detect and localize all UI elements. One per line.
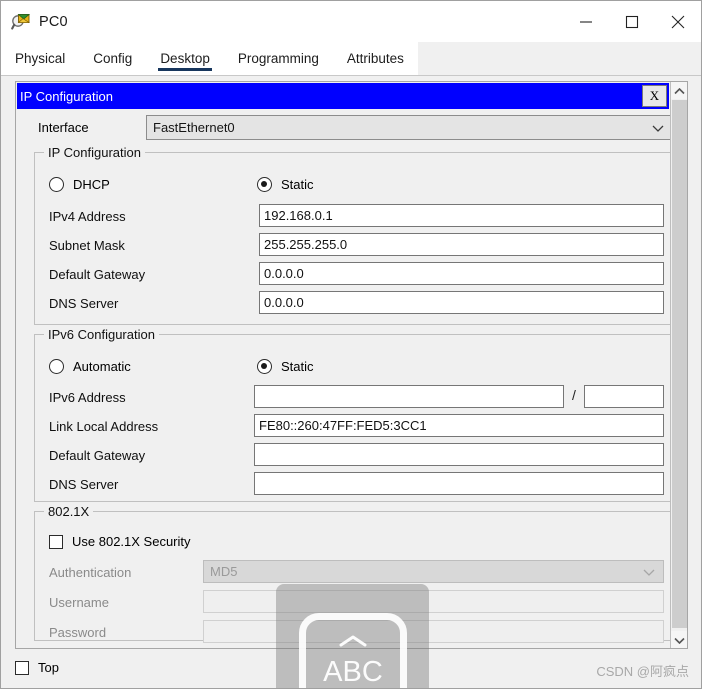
desktop-content-panel: IP Configuration X Interface FastEtherne… xyxy=(15,81,688,649)
ipv6-static-label: Static xyxy=(281,359,314,374)
password-label: Password xyxy=(49,625,107,640)
scroll-down-button[interactable] xyxy=(671,631,687,648)
dot1x-group: 802.1X Use 802.1X Security Authenticatio… xyxy=(34,504,671,643)
scrollbar-thumb[interactable] xyxy=(672,100,687,628)
authentication-select-value: MD5 xyxy=(210,564,238,579)
chevron-down-icon xyxy=(643,564,655,579)
chevron-down-icon xyxy=(673,632,685,647)
maximize-icon xyxy=(625,15,639,29)
tab-attributes-label: Attributes xyxy=(346,51,404,66)
link-local-address-input[interactable]: FE80::260:47FF:FED5:3CC1 xyxy=(254,414,664,437)
interface-select-value: FastEthernet0 xyxy=(153,120,235,135)
authentication-label: Authentication xyxy=(49,565,132,580)
top-checkbox[interactable]: Top xyxy=(15,660,59,675)
ip-configuration-titlebar: IP Configuration X xyxy=(17,83,669,109)
ipv4-static-radio[interactable]: Static xyxy=(257,177,314,192)
minimize-button[interactable] xyxy=(563,1,609,42)
ipv4-dns-label: DNS Server xyxy=(49,296,119,311)
active-tab-indicator xyxy=(158,68,212,71)
username-label: Username xyxy=(49,595,109,610)
packet-tracer-icon xyxy=(11,12,31,32)
ipv4-address-label: IPv4 Address xyxy=(49,209,126,224)
ipv6-dns-input[interactable] xyxy=(254,472,664,495)
ip-configuration-pane: IP Configuration X Interface FastEtherne… xyxy=(16,82,671,648)
ipv6-gateway-label: Default Gateway xyxy=(49,448,146,463)
radio-unchecked-icon xyxy=(49,177,64,192)
ipv6-gateway-input[interactable] xyxy=(254,443,664,466)
maximize-button[interactable] xyxy=(609,1,655,42)
ipv4-gateway-value: 0.0.0.0 xyxy=(264,266,304,281)
ipv4-dhcp-radio[interactable]: DHCP xyxy=(49,177,110,192)
tab-desktop[interactable]: Desktop xyxy=(146,42,224,75)
ipv6-prefix-separator: / xyxy=(572,387,576,403)
tab-desktop-label: Desktop xyxy=(160,51,210,66)
checkbox-unchecked-icon xyxy=(49,534,63,549)
window-controls xyxy=(563,1,701,42)
username-input[interactable] xyxy=(203,590,664,613)
window-titlebar: PC0 xyxy=(1,1,701,42)
link-local-address-value: FE80::260:47FF:FED5:3CC1 xyxy=(259,418,427,433)
interface-label: Interface xyxy=(38,120,89,135)
window-title: PC0 xyxy=(39,13,68,30)
ipv4-static-label: Static xyxy=(281,177,314,192)
authentication-select[interactable]: MD5 xyxy=(203,560,664,583)
ipv4-group: IP Configuration DHCP Static IPv4 Addres… xyxy=(34,145,671,325)
ipv6-automatic-label: Automatic xyxy=(73,359,131,374)
close-button[interactable] xyxy=(655,1,701,42)
window-title-group: PC0 xyxy=(1,12,563,32)
tab-physical-label: Physical xyxy=(15,51,66,66)
csdn-watermark: CSDN @阿疯点 xyxy=(596,664,689,679)
ipv4-group-title: IP Configuration xyxy=(44,145,145,160)
top-checkbox-label: Top xyxy=(38,660,59,675)
bottom-bar: Top CSDN @阿疯点 xyxy=(1,649,701,688)
tab-bar-filler xyxy=(417,42,701,75)
scroll-up-button[interactable] xyxy=(671,82,687,99)
ipv4-address-input[interactable]: 192.168.0.1 xyxy=(259,204,664,227)
ip-configuration-close-button[interactable]: X xyxy=(642,85,667,107)
dot1x-group-title: 802.1X xyxy=(44,504,94,519)
tab-config[interactable]: Config xyxy=(79,42,147,75)
checkbox-unchecked-icon xyxy=(15,660,29,675)
ipv4-dns-value: 0.0.0.0 xyxy=(264,295,304,310)
tab-programming-label: Programming xyxy=(237,51,319,66)
subnet-mask-value: 255.255.255.0 xyxy=(264,237,348,252)
password-input[interactable] xyxy=(203,620,664,643)
chevron-up-icon xyxy=(673,83,685,98)
ipv4-dns-input[interactable]: 0.0.0.0 xyxy=(259,291,664,314)
tab-config-label: Config xyxy=(93,51,133,66)
minimize-icon xyxy=(579,15,593,29)
ip-configuration-title: IP Configuration xyxy=(20,88,113,104)
close-icon xyxy=(670,14,686,30)
ipv6-static-radio[interactable]: Static xyxy=(257,359,314,374)
use-dot1x-security-checkbox[interactable]: Use 802.1X Security xyxy=(49,534,191,549)
radio-checked-icon xyxy=(257,177,272,192)
ipv6-automatic-radio[interactable]: Automatic xyxy=(49,359,131,374)
ipv6-group: IPv6 Configuration Automatic Static IPv6… xyxy=(34,327,671,502)
ipv6-dns-label: DNS Server xyxy=(49,477,119,492)
subnet-mask-label: Subnet Mask xyxy=(49,238,125,253)
link-local-address-label: Link Local Address xyxy=(49,419,159,434)
use-dot1x-security-label: Use 802.1X Security xyxy=(72,534,191,549)
tab-attributes[interactable]: Attributes xyxy=(332,42,418,75)
subnet-mask-input[interactable]: 255.255.255.0 xyxy=(259,233,664,256)
chevron-down-icon xyxy=(652,120,664,135)
ipv6-prefix-input[interactable] xyxy=(584,385,664,408)
ipv4-dhcp-label: DHCP xyxy=(73,177,110,192)
ipv6-address-label: IPv6 Address xyxy=(49,390,126,405)
pc0-window: PC0 Physical Config Desktop Programming … xyxy=(0,0,702,689)
ipv4-gateway-input[interactable]: 0.0.0.0 xyxy=(259,262,664,285)
ipv4-gateway-label: Default Gateway xyxy=(49,267,146,282)
radio-unchecked-icon xyxy=(49,359,64,374)
vertical-scrollbar[interactable] xyxy=(670,82,687,648)
tab-physical[interactable]: Physical xyxy=(1,42,80,75)
interface-select[interactable]: FastEthernet0 xyxy=(146,115,671,140)
ipv6-address-input[interactable] xyxy=(254,385,564,408)
tab-bar: Physical Config Desktop Programming Attr… xyxy=(1,42,701,76)
ipv6-group-title: IPv6 Configuration xyxy=(44,327,159,342)
tab-programming[interactable]: Programming xyxy=(223,42,333,75)
interface-row: Interface FastEthernet0 xyxy=(16,115,671,145)
ipv4-address-value: 192.168.0.1 xyxy=(264,208,333,223)
radio-checked-icon xyxy=(257,359,272,374)
